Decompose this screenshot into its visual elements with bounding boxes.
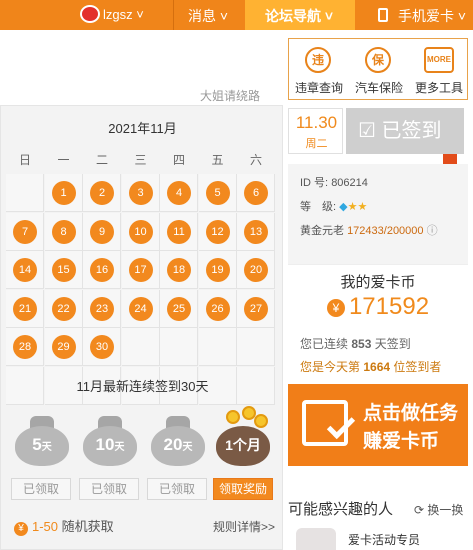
calendar-day-17[interactable]: 17 xyxy=(128,258,153,282)
user-avatar[interactable] xyxy=(80,5,100,23)
today-date: 11.30 周二 xyxy=(288,108,343,154)
nav-phone[interactable]: 手机爱卡 ˅ xyxy=(398,6,466,26)
reward-20-days: 20天 xyxy=(149,410,207,466)
calendar-day-20[interactable]: 20 xyxy=(244,258,268,282)
weekday-4: 四 xyxy=(172,153,185,167)
checkin-calendar: 2021年11月 日一二三四五六 1 2 3 4 5 6 7 8 9 10 11 12 13 14 15 16… xyxy=(0,105,283,550)
weekday-2: 二 xyxy=(95,153,108,167)
diamond-icon: ◆ xyxy=(339,201,348,213)
calendar-day-1[interactable]: 1 xyxy=(51,181,76,205)
tool-insurance[interactable]: 保 汽车保险 xyxy=(349,39,409,101)
calendar-day-6[interactable]: 6 xyxy=(244,181,268,205)
calendar-day-5[interactable]: 5 xyxy=(205,181,230,205)
calendar-day-15[interactable]: 15 xyxy=(51,258,76,282)
calendar-day-29[interactable]: 29 xyxy=(51,335,76,359)
promo-user[interactable]: 爱卡活动专员 xyxy=(348,531,420,548)
streak-text: 11月最新连续签到30天 xyxy=(76,379,209,394)
top-navigation-bar: lzgsz ˅ 消息 ˅ 论坛导航 ˅ 手机爱卡 ˅ xyxy=(0,0,473,30)
calendar-cell xyxy=(121,328,160,366)
coin-icon: ¥ xyxy=(14,522,28,536)
nav-divider xyxy=(173,0,174,30)
calendar-day-13[interactable]: 13 xyxy=(244,219,268,244)
claimed-button-10[interactable]: 已领取 xyxy=(79,478,139,500)
flag-icon xyxy=(443,154,457,164)
calendar-day-10[interactable]: 10 xyxy=(128,219,153,244)
coin-icon: ¥ xyxy=(326,298,345,317)
calendar-day-8[interactable]: 8 xyxy=(51,219,76,244)
calendar-day-30[interactable]: 30 xyxy=(90,335,114,359)
tools-box: 违 违章查询 保 汽车保险 MORE 更多工具 xyxy=(288,38,468,100)
calendar-day-27[interactable]: 27 xyxy=(244,296,268,321)
calendar-day-16[interactable]: 16 xyxy=(90,258,114,282)
rules-link[interactable]: 规则详情>> xyxy=(213,518,275,535)
calendar-day-24[interactable]: 24 xyxy=(128,296,153,321)
tool-violation[interactable]: 违 违章查询 xyxy=(289,39,349,101)
calendar-day-9[interactable]: 9 xyxy=(90,219,114,244)
calendar-cell xyxy=(160,328,198,366)
profile-info: ID 号: 806214 等 级: ◆★★ 黄金元老 172433/200000… xyxy=(288,164,468,264)
calendar-day-11[interactable]: 11 xyxy=(167,219,191,244)
coin-balance: 我的爱卡币 ¥171592 您已连续 853 天签到 您是今天第 1664 位签… xyxy=(288,264,468,374)
task-banner[interactable]: 点击做任务 赚爱卡币 xyxy=(288,384,468,466)
calendar-cell xyxy=(6,174,44,212)
weekday-5: 五 xyxy=(211,153,224,167)
calendar-day-4[interactable]: 4 xyxy=(167,181,191,205)
calendar-day-28[interactable]: 28 xyxy=(13,335,37,359)
nav-forum[interactable]: 论坛导航 ˅ xyxy=(245,0,355,30)
claimed-button-5[interactable]: 已领取 xyxy=(11,478,71,500)
calendar-day-19[interactable]: 19 xyxy=(205,258,230,282)
weekday-6: 六 xyxy=(249,153,262,167)
calendar-cell xyxy=(237,328,275,366)
reward-1-month: 1个月 xyxy=(214,406,272,466)
checkmark-icon xyxy=(326,410,356,440)
user-thumbnail[interactable] xyxy=(296,528,336,550)
calendar-day-25[interactable]: 25 xyxy=(167,296,191,321)
calendar-day-22[interactable]: 22 xyxy=(51,296,76,321)
signed-in-status: ☑ 已签到 xyxy=(346,108,464,154)
calendar-cell xyxy=(198,328,237,366)
calendar-day-7[interactable]: 7 xyxy=(13,219,37,244)
interest-title: 可能感兴趣的人 xyxy=(288,501,394,518)
weekday-3: 三 xyxy=(134,153,147,167)
calendar-day-12[interactable]: 12 xyxy=(205,219,230,244)
nav-messages[interactable]: 消息 ˅ xyxy=(188,6,228,26)
weekday-1: 一 xyxy=(57,153,70,167)
calendar-day-26[interactable]: 26 xyxy=(205,296,230,321)
calendar-day-18[interactable]: 18 xyxy=(167,258,191,282)
star-icon: ★★ xyxy=(347,201,368,213)
calendar-day-3[interactable]: 3 xyxy=(128,181,153,205)
reward-range: ¥1-50 随机获取 xyxy=(14,516,114,536)
calendar-day-2[interactable]: 2 xyxy=(90,181,114,205)
calendar-day-23[interactable]: 23 xyxy=(90,296,114,321)
reward-5-days: 5天 xyxy=(13,410,71,466)
calendar-month: 2021年11月 xyxy=(108,121,177,136)
reward-10-days: 10天 xyxy=(81,410,139,466)
calendar-day-21[interactable]: 21 xyxy=(13,296,37,321)
refresh-button[interactable]: ⟳ 换一换 xyxy=(414,501,463,518)
claim-reward-button[interactable]: 领取奖励 xyxy=(213,478,273,500)
more-icon: MORE xyxy=(424,47,454,73)
tool-more[interactable]: MORE 更多工具 xyxy=(409,39,469,101)
weekday-0: 日 xyxy=(18,153,31,167)
violation-icon: 违 xyxy=(305,47,331,73)
skip-link[interactable]: 大姐请绕路 xyxy=(200,87,260,104)
claimed-button-20[interactable]: 已领取 xyxy=(147,478,207,500)
calendar-day-14[interactable]: 14 xyxy=(13,258,37,282)
phone-icon xyxy=(378,8,388,22)
username-menu[interactable]: lzgsz ˅ xyxy=(103,7,144,22)
insurance-icon: 保 xyxy=(365,47,391,73)
